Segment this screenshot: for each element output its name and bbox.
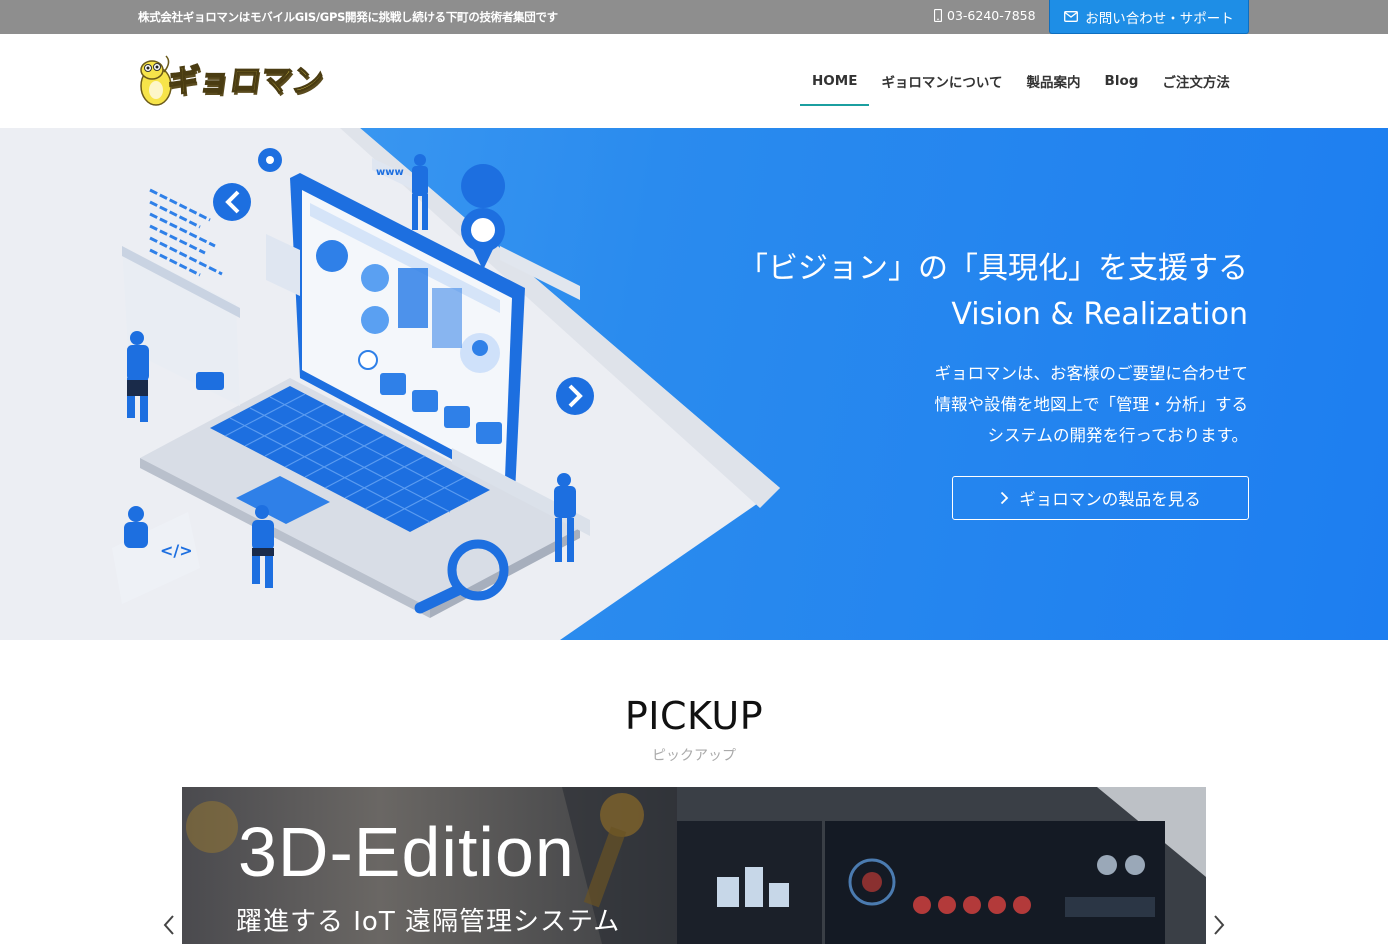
pickup-banner[interactable]: 3D-Edition 躍進する IoT 遠隔管理システム bbox=[182, 787, 1206, 944]
view-products-button[interactable]: ギョロマンの製品を見る bbox=[952, 476, 1249, 520]
chevron-right-icon bbox=[1214, 914, 1225, 935]
contact-support-button[interactable]: お問い合わせ・サポート bbox=[1049, 0, 1249, 34]
company-tagline: 株式会社ギョロマンはモバイルGIS/GPS開発に挑戦し続ける下町の技術者集団です bbox=[138, 10, 558, 24]
nav-item-blog[interactable]: Blog bbox=[1093, 34, 1151, 128]
pickup-subtitle: ピックアップ bbox=[652, 748, 736, 764]
hero-section: </> www 「ビジョン」の「具現化」を支援する Vision & Reali… bbox=[0, 128, 1388, 640]
chevron-right-icon bbox=[1001, 491, 1009, 505]
envelope-icon bbox=[1064, 11, 1079, 22]
hero-title: 「ビジョン」の「具現化」を支援する Vision & Realization bbox=[738, 246, 1248, 338]
nav-item-order[interactable]: ご注文方法 bbox=[1150, 34, 1242, 128]
dashboard-screenshot-icon bbox=[677, 787, 1206, 944]
top-bar: 株式会社ギョロマンはモバイルGIS/GPS開発に挑戦し続ける下町の技術者集団です… bbox=[0, 0, 1388, 34]
nav-item-about[interactable]: ギョロマンについて bbox=[869, 34, 1014, 128]
hero-desc-line1: ギョロマンは、お客様のご要望に合わせて bbox=[934, 364, 1249, 383]
pickup-title: PICKUP bbox=[624, 694, 764, 738]
banner-subtitle: 躍進する IoT 遠隔管理システム bbox=[236, 907, 621, 937]
nav-item-products[interactable]: 製品案内 bbox=[1015, 34, 1093, 128]
hero-description: ギョロマンは、お客様のご要望に合わせて 情報や設備を地図上で「管理・分析」する … bbox=[935, 358, 1249, 451]
view-products-label: ギョロマンの製品を見る bbox=[1019, 490, 1201, 509]
contact-support-label: お問い合わせ・サポート bbox=[1085, 10, 1234, 27]
carousel-next-button[interactable] bbox=[1206, 905, 1232, 944]
hero-desc-line2: 情報や設備を地図上で「管理・分析」する bbox=[934, 395, 1249, 414]
hero-illustration: </> www bbox=[0, 128, 780, 640]
hero-desc-line3: システムの開発を行っております。 bbox=[987, 426, 1248, 445]
main-nav: HOME ギョロマンについて 製品案内 Blog ご注文方法 bbox=[800, 34, 1242, 128]
site-logo[interactable]: ギョロマン ギョロマン bbox=[136, 52, 350, 110]
hero-title-line1: 「ビジョン」の「具現化」を支援する bbox=[738, 251, 1248, 286]
mobile-phone-icon bbox=[934, 9, 942, 22]
logo-text: ギョロマン bbox=[165, 63, 325, 99]
chevron-left-icon bbox=[163, 914, 174, 935]
svg-text:</>: </> bbox=[160, 541, 193, 560]
phone-number[interactable]: 03-6240-7858 bbox=[934, 8, 1036, 23]
www-label: www bbox=[376, 167, 404, 178]
hero-title-line2: Vision & Realization bbox=[951, 297, 1248, 332]
gyoroman-logo-icon: ギョロマン ギョロマン bbox=[140, 55, 327, 106]
nav-item-home[interactable]: HOME bbox=[800, 34, 870, 128]
carousel-prev-button[interactable] bbox=[156, 905, 182, 944]
site-header: ギョロマン ギョロマン HOME ギョロマンについて 製品案内 Blog ご注文… bbox=[0, 34, 1388, 128]
banner-heading: 3D-Edition bbox=[238, 813, 575, 891]
phone-number-text: 03-6240-7858 bbox=[947, 8, 1036, 23]
